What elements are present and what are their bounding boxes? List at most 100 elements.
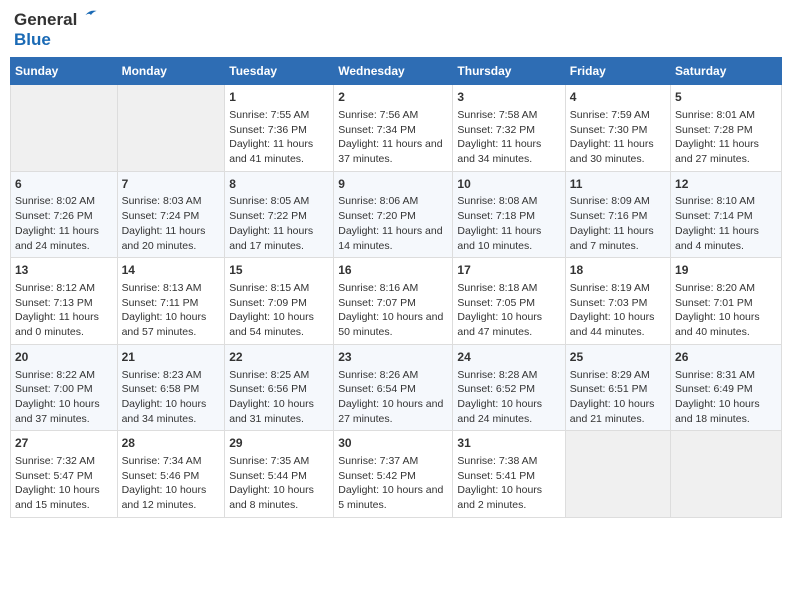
day-info: Sunrise: 8:28 AM Sunset: 6:52 PM Dayligh… [457,368,560,427]
logo: General Blue [14,10,98,49]
calendar-cell [11,85,118,172]
calendar-table: SundayMondayTuesdayWednesdayThursdayFrid… [10,57,782,518]
calendar-cell [671,431,782,518]
day-info: Sunrise: 8:02 AM Sunset: 7:26 PM Dayligh… [15,194,113,253]
day-number: 2 [338,89,448,106]
day-info: Sunrise: 8:03 AM Sunset: 7:24 PM Dayligh… [122,194,221,253]
week-row: 20 Sunrise: 8:22 AM Sunset: 7:00 PM Dayli… [11,344,782,431]
day-number: 17 [457,262,560,279]
calendar-cell: 1 Sunrise: 7:55 AM Sunset: 7:36 PM Daylig… [225,85,334,172]
calendar-cell: 17 Sunrise: 8:18 AM Sunset: 7:05 PM Dayli… [453,258,565,345]
day-number: 5 [675,89,777,106]
day-number: 29 [229,435,329,452]
calendar-cell: 18 Sunrise: 8:19 AM Sunset: 7:03 PM Dayli… [565,258,670,345]
day-info: Sunrise: 8:26 AM Sunset: 6:54 PM Dayligh… [338,368,448,427]
calendar-cell: 24 Sunrise: 8:28 AM Sunset: 6:52 PM Dayli… [453,344,565,431]
week-row: 13 Sunrise: 8:12 AM Sunset: 7:13 PM Dayli… [11,258,782,345]
calendar-cell: 30 Sunrise: 7:37 AM Sunset: 5:42 PM Dayli… [334,431,453,518]
day-number: 4 [570,89,666,106]
day-info: Sunrise: 8:10 AM Sunset: 7:14 PM Dayligh… [675,194,777,253]
day-info: Sunrise: 7:32 AM Sunset: 5:47 PM Dayligh… [15,454,113,513]
day-number: 21 [122,349,221,366]
day-number: 11 [570,176,666,193]
calendar-cell: 29 Sunrise: 7:35 AM Sunset: 5:44 PM Dayli… [225,431,334,518]
calendar-cell: 9Sunrise: 8:06 AM Sunset: 7:20 PM Daylig… [334,171,453,258]
column-header-wednesday: Wednesday [334,58,453,85]
day-number: 7 [122,176,221,193]
column-header-tuesday: Tuesday [225,58,334,85]
day-info: Sunrise: 8:13 AM Sunset: 7:11 PM Dayligh… [122,281,221,340]
calendar-cell: 7Sunrise: 8:03 AM Sunset: 7:24 PM Daylig… [117,171,225,258]
day-info: Sunrise: 8:01 AM Sunset: 7:28 PM Dayligh… [675,108,777,167]
day-info: Sunrise: 7:55 AM Sunset: 7:36 PM Dayligh… [229,108,329,167]
day-number: 8 [229,176,329,193]
calendar-cell: 4 Sunrise: 7:59 AM Sunset: 7:30 PM Daylig… [565,85,670,172]
column-header-monday: Monday [117,58,225,85]
calendar-cell: 2 Sunrise: 7:56 AM Sunset: 7:34 PM Daylig… [334,85,453,172]
day-info: Sunrise: 8:29 AM Sunset: 6:51 PM Dayligh… [570,368,666,427]
calendar-cell: 27Sunrise: 7:32 AM Sunset: 5:47 PM Dayli… [11,431,118,518]
calendar-cell: 12Sunrise: 8:10 AM Sunset: 7:14 PM Dayli… [671,171,782,258]
calendar-cell: 21Sunrise: 8:23 AM Sunset: 6:58 PM Dayli… [117,344,225,431]
calendar-cell: 5 Sunrise: 8:01 AM Sunset: 7:28 PM Daylig… [671,85,782,172]
day-number: 30 [338,435,448,452]
calendar-cell: 16 Sunrise: 8:16 AM Sunset: 7:07 PM Dayli… [334,258,453,345]
day-info: Sunrise: 8:08 AM Sunset: 7:18 PM Dayligh… [457,194,560,253]
logo-bird-icon [84,6,98,20]
logo-general: General [14,10,98,30]
calendar-cell: 19Sunrise: 8:20 AM Sunset: 7:01 PM Dayli… [671,258,782,345]
day-number: 14 [122,262,221,279]
day-info: Sunrise: 7:38 AM Sunset: 5:41 PM Dayligh… [457,454,560,513]
day-number: 16 [338,262,448,279]
column-header-friday: Friday [565,58,670,85]
calendar-cell: 8Sunrise: 8:05 AM Sunset: 7:22 PM Daylig… [225,171,334,258]
logo-blue: Blue [14,30,98,50]
day-info: Sunrise: 8:18 AM Sunset: 7:05 PM Dayligh… [457,281,560,340]
day-number: 28 [122,435,221,452]
calendar-cell: 3Sunrise: 7:58 AM Sunset: 7:32 PM Daylig… [453,85,565,172]
calendar-cell: 11Sunrise: 8:09 AM Sunset: 7:16 PM Dayli… [565,171,670,258]
day-number: 25 [570,349,666,366]
day-number: 9 [338,176,448,193]
day-number: 13 [15,262,113,279]
day-number: 18 [570,262,666,279]
day-info: Sunrise: 7:35 AM Sunset: 5:44 PM Dayligh… [229,454,329,513]
day-info: Sunrise: 8:20 AM Sunset: 7:01 PM Dayligh… [675,281,777,340]
day-info: Sunrise: 8:16 AM Sunset: 7:07 PM Dayligh… [338,281,448,340]
day-info: Sunrise: 7:37 AM Sunset: 5:42 PM Dayligh… [338,454,448,513]
day-number: 20 [15,349,113,366]
calendar-cell: 6Sunrise: 8:02 AM Sunset: 7:26 PM Daylig… [11,171,118,258]
day-number: 24 [457,349,560,366]
day-info: Sunrise: 8:09 AM Sunset: 7:16 PM Dayligh… [570,194,666,253]
calendar-cell: 20 Sunrise: 8:22 AM Sunset: 7:00 PM Dayli… [11,344,118,431]
calendar-cell: 10Sunrise: 8:08 AM Sunset: 7:18 PM Dayli… [453,171,565,258]
day-info: Sunrise: 8:05 AM Sunset: 7:22 PM Dayligh… [229,194,329,253]
header-row: SundayMondayTuesdayWednesdayThursdayFrid… [11,58,782,85]
day-info: Sunrise: 8:25 AM Sunset: 6:56 PM Dayligh… [229,368,329,427]
calendar-cell: 31 Sunrise: 7:38 AM Sunset: 5:41 PM Dayli… [453,431,565,518]
day-number: 22 [229,349,329,366]
day-number: 1 [229,89,329,106]
day-info: Sunrise: 7:59 AM Sunset: 7:30 PM Dayligh… [570,108,666,167]
day-info: Sunrise: 7:58 AM Sunset: 7:32 PM Dayligh… [457,108,560,167]
day-number: 26 [675,349,777,366]
day-number: 12 [675,176,777,193]
day-info: Sunrise: 8:19 AM Sunset: 7:03 PM Dayligh… [570,281,666,340]
week-row: 6Sunrise: 8:02 AM Sunset: 7:26 PM Daylig… [11,171,782,258]
calendar-cell [565,431,670,518]
day-info: Sunrise: 8:12 AM Sunset: 7:13 PM Dayligh… [15,281,113,340]
day-info: Sunrise: 7:56 AM Sunset: 7:34 PM Dayligh… [338,108,448,167]
calendar-cell: 13 Sunrise: 8:12 AM Sunset: 7:13 PM Dayli… [11,258,118,345]
calendar-cell: 26 Sunrise: 8:31 AM Sunset: 6:49 PM Dayli… [671,344,782,431]
calendar-cell: 28 Sunrise: 7:34 AM Sunset: 5:46 PM Dayli… [117,431,225,518]
column-header-sunday: Sunday [11,58,118,85]
day-info: Sunrise: 7:34 AM Sunset: 5:46 PM Dayligh… [122,454,221,513]
calendar-cell: 25 Sunrise: 8:29 AM Sunset: 6:51 PM Dayli… [565,344,670,431]
week-row: 1 Sunrise: 7:55 AM Sunset: 7:36 PM Daylig… [11,85,782,172]
column-header-thursday: Thursday [453,58,565,85]
calendar-cell: 23Sunrise: 8:26 AM Sunset: 6:54 PM Dayli… [334,344,453,431]
day-number: 6 [15,176,113,193]
day-number: 31 [457,435,560,452]
day-info: Sunrise: 8:22 AM Sunset: 7:00 PM Dayligh… [15,368,113,427]
day-info: Sunrise: 8:31 AM Sunset: 6:49 PM Dayligh… [675,368,777,427]
